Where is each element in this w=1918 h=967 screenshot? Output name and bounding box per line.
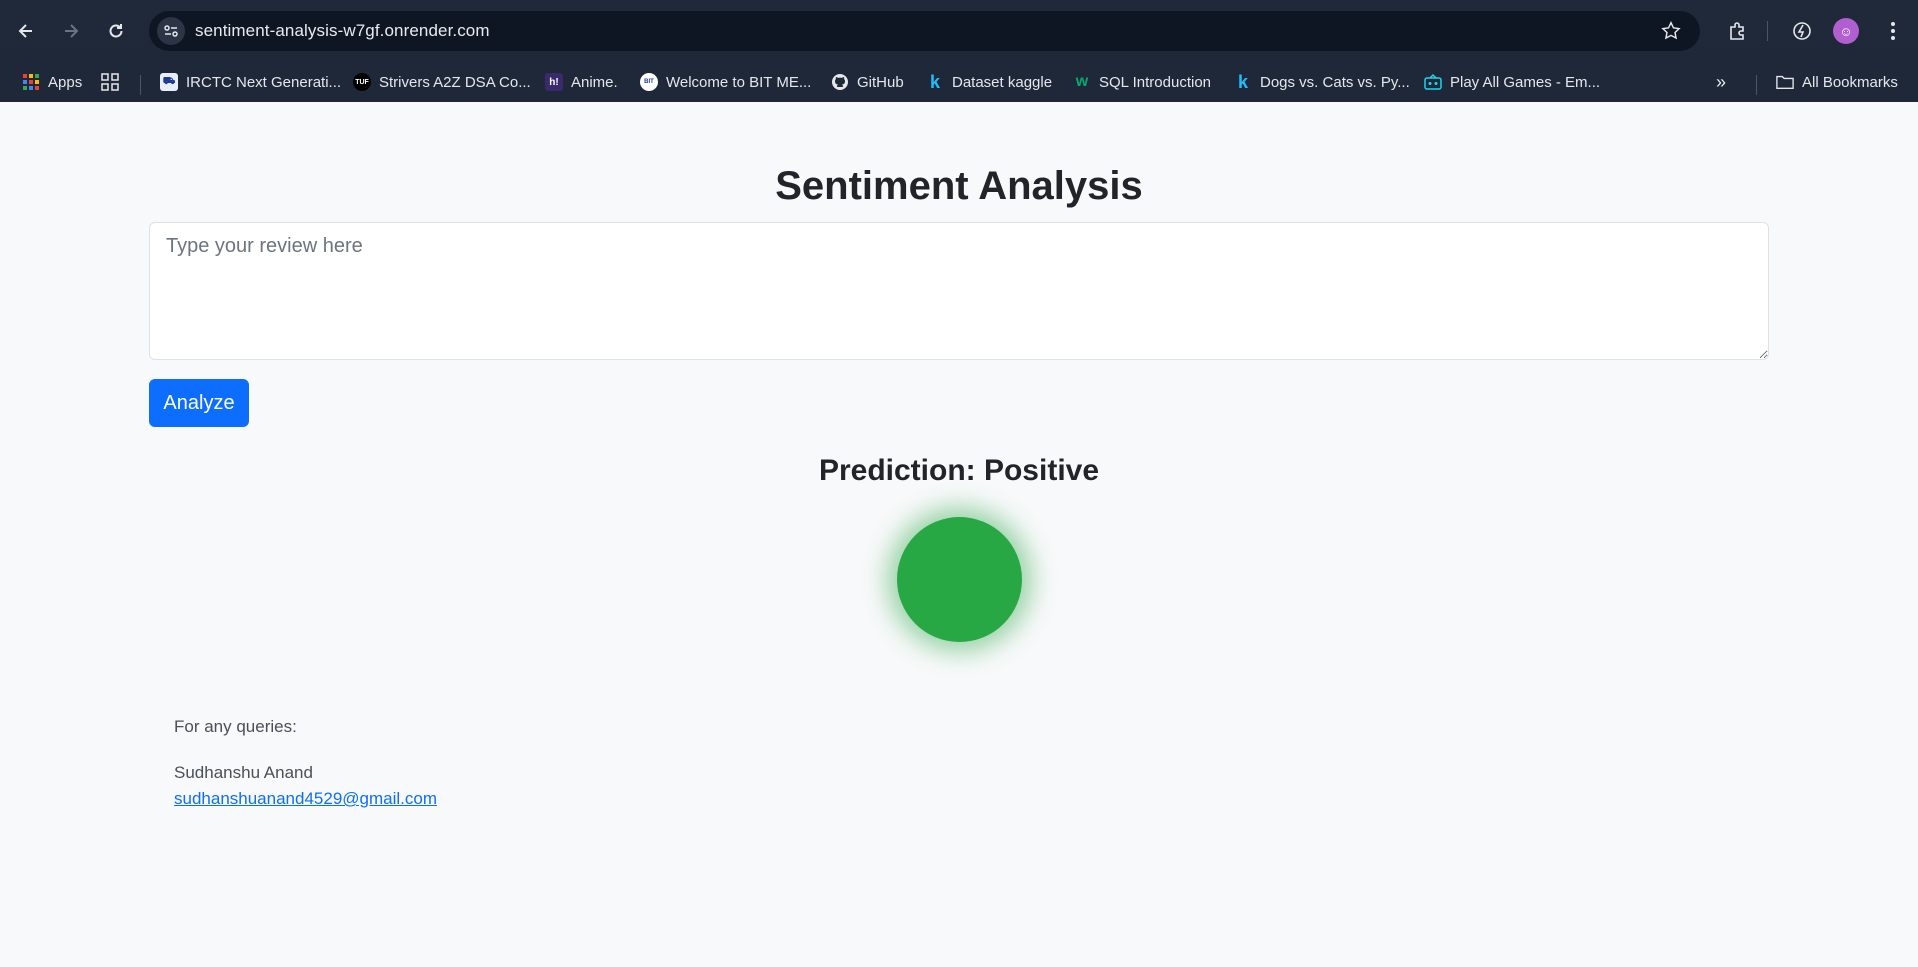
prediction-text: Prediction: Positive [818,454,1100,487]
more-bookmarks-button[interactable]: » [1716,71,1726,93]
bookmark-star-icon[interactable] [1660,20,1682,42]
profile-button[interactable]: ☺ [1829,14,1863,48]
reload-button[interactable] [99,14,133,48]
speed-icon [1793,22,1811,40]
site-info-icon[interactable] [157,17,185,45]
bookmark-label: All Bookmarks [1802,73,1898,91]
bookmark-divider [140,75,141,95]
irctc-icon: ⛟ [160,73,178,91]
folder-icon [1776,73,1794,91]
bookmark-dogs-cats[interactable]: k Dogs vs. Cats vs. Py... [1234,71,1410,93]
bookmark-label: Welcome to BIT ME... [666,73,812,91]
toolbar-divider [1767,21,1768,41]
bookmark-label: Strivers A2Z DSA Co... [379,73,531,91]
bookmark-label: Dogs vs. Cats vs. Py... [1260,73,1410,91]
github-icon [831,73,849,91]
bookmark-dataset-kaggle[interactable]: k Dataset kaggle [926,71,1052,93]
bookmark-label: GitHub [857,73,904,91]
url-text[interactable]: sentiment-analysis-w7gf.onrender.com [195,21,490,41]
queries-label: For any queries: [174,717,297,736]
avatar: ☺ [1833,18,1859,44]
page-title: Sentiment Analysis [775,164,1143,208]
bookmark-label: Anime. [571,73,618,91]
arrow-right-icon [65,24,79,38]
review-input[interactable] [149,222,1769,360]
puzzle-icon [1730,22,1744,40]
bookmark-label: SQL Introduction [1099,73,1212,91]
bookmark-bit[interactable]: BIT Welcome to BIT ME... [640,71,811,93]
browser-chrome: sentiment-analysis-w7gf.onrender.com ☺ A… [0,0,1918,102]
kaggle-icon: k [1237,71,1248,92]
contact-name: Sudhanshu Anand [174,763,313,782]
forward-button[interactable] [54,14,88,48]
bookmarks-bar: Apps ⛟ IRCTC Next Generati... TUF Strive… [0,62,1918,102]
analyze-button[interactable]: Analyze [149,379,249,427]
hianime-icon: h! [545,73,563,91]
page-content: Sentiment Analysis Analyze Prediction: P… [0,102,1918,967]
w3schools-icon: w [1075,73,1089,90]
bookmark-sql-intro[interactable]: w SQL Introduction [1073,71,1211,93]
bit-icon: BIT [640,73,658,91]
bookmark-play-games[interactable]: Play All Games - Em... [1424,71,1600,93]
back-button[interactable] [9,14,43,48]
bookmark-strivers[interactable]: TUF Strivers A2Z DSA Co... [353,71,531,93]
bookmark-apps[interactable]: Apps [22,71,82,93]
bookmark-label: Play All Games - Em... [1450,73,1601,91]
bookmark-divider [1756,75,1757,95]
grid-icon [101,73,119,91]
tab-groups-button[interactable] [101,71,119,93]
tuf-icon: TUF [353,73,371,91]
bookmark-label: Dataset kaggle [952,73,1053,91]
browser-toolbar: sentiment-analysis-w7gf.onrender.com ☺ [0,0,1918,62]
menu-button[interactable] [1876,14,1910,48]
bookmark-github[interactable]: GitHub [831,71,904,93]
chevron-double-right-icon: » [1716,71,1727,92]
extensions-button[interactable] [1721,14,1755,48]
address-bar[interactable]: sentiment-analysis-w7gf.onrender.com [149,11,1700,51]
performance-button[interactable] [1785,14,1819,48]
bookmark-anime[interactable]: h! Anime. [545,71,618,93]
arrow-left-icon [18,24,32,38]
bookmark-irctc[interactable]: ⛟ IRCTC Next Generati... [160,71,341,93]
reload-icon [109,24,123,38]
sentiment-indicator [897,517,1022,642]
bookmark-label: IRCTC Next Generati... [186,73,342,91]
kebab-menu-icon [1891,22,1895,40]
apps-grid-icon [22,73,40,91]
all-bookmarks-button[interactable]: All Bookmarks [1776,71,1898,93]
bookmark-label: Apps [48,73,83,91]
contact-email-link[interactable]: sudhanshuanand4529@gmail.com [174,789,437,809]
kaggle-icon: k [929,71,940,92]
emulator-icon [1424,73,1442,91]
